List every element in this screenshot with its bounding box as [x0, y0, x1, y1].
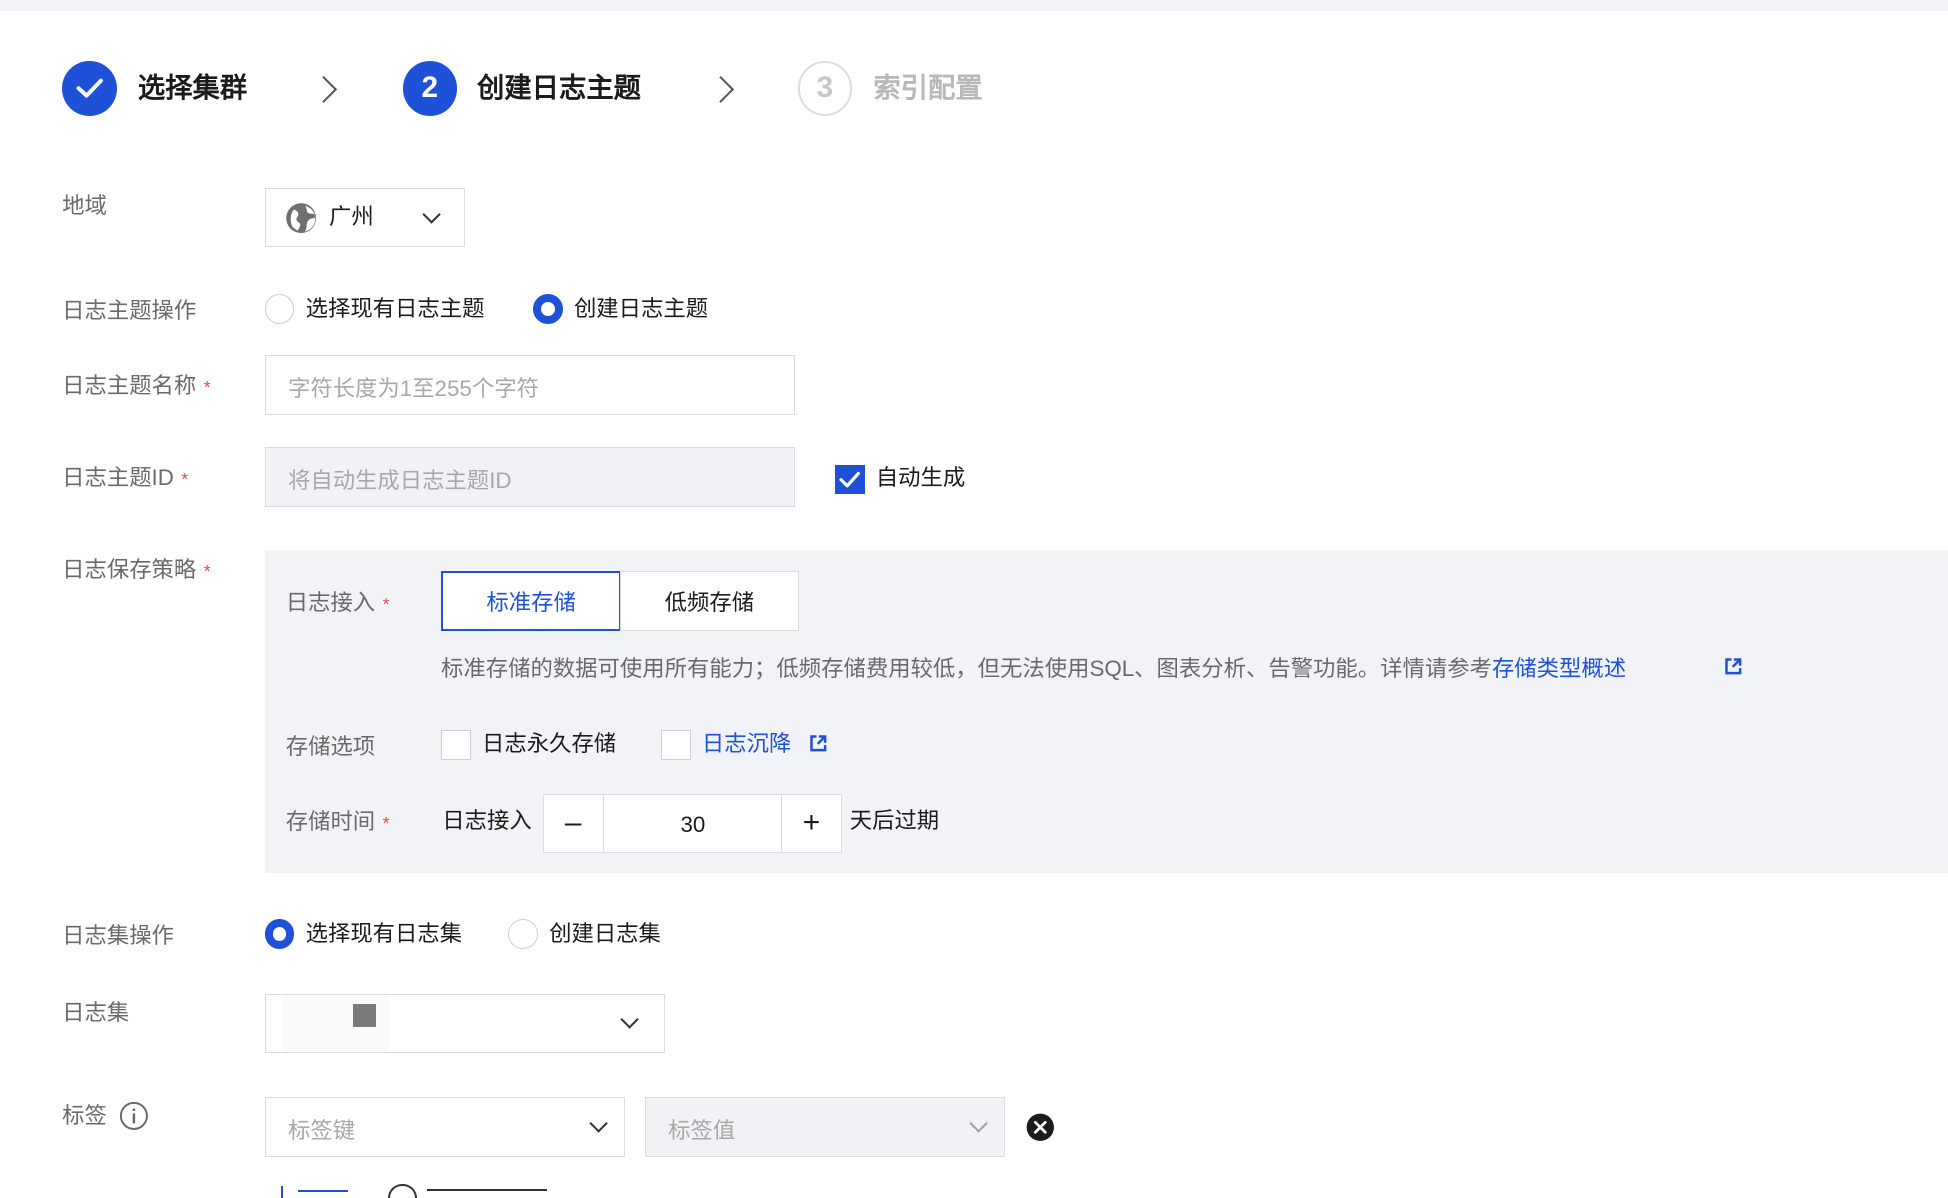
tag-key-select[interactable]: 标签键 [264, 1096, 625, 1157]
tab-standard-storage[interactable]: 标准存储 [441, 571, 622, 632]
permanent-storage-checkbox[interactable] [441, 730, 471, 761]
chevron-down-icon [620, 1010, 640, 1030]
step-3-number: 3 [797, 60, 853, 116]
step-chevron-right-icon [310, 75, 338, 103]
ingest-label: 日志接入 * [285, 589, 390, 615]
topic-name-label: 日志主题名称 * [62, 373, 211, 399]
region-label: 地域 [62, 193, 107, 219]
region-value: 广州 [328, 204, 374, 230]
external-link-icon[interactable] [1724, 657, 1743, 676]
log-sink-checkbox[interactable] [660, 730, 691, 761]
radio-create-logset[interactable] [508, 919, 538, 950]
storage-time-suffix: 天后过期 [849, 808, 940, 834]
step-chevron-right-icon [706, 75, 735, 103]
chevron-down-icon [969, 1113, 989, 1133]
log-sink-link[interactable]: 日志沉降 [702, 729, 791, 759]
storage-options-label: 存储选项 [285, 733, 376, 759]
step-done-check-icon [62, 60, 117, 116]
step-1-label: 选择集群 [137, 71, 248, 103]
permanent-storage-label: 日志永久存储 [482, 731, 617, 757]
radio-select-existing-logset[interactable] [264, 919, 295, 950]
add-tag-plus-icon[interactable] [280, 1186, 284, 1198]
info-icon[interactable] [119, 1101, 149, 1131]
auto-generate-label: 自动生成 [875, 465, 966, 491]
key-value-paste-button-partial[interactable] [427, 1188, 547, 1198]
globe-icon [286, 203, 317, 234]
chevron-down-icon [589, 1113, 609, 1133]
logset-label: 日志集 [62, 999, 130, 1025]
radio-select-existing-topic[interactable] [264, 294, 295, 325]
storage-type-link[interactable]: 存储类型概述 [1492, 656, 1626, 681]
topic-name-input[interactable]: 字符长度为1至255个字符 [264, 355, 796, 415]
radio-label: 创建日志集 [549, 921, 661, 947]
days-input[interactable]: 30 [605, 810, 781, 840]
logset-select[interactable] [264, 993, 665, 1054]
external-link-icon[interactable] [809, 734, 828, 753]
auto-generate-checkbox[interactable] [834, 464, 865, 495]
step-3-label: 索引配置 [873, 71, 983, 103]
radio-label: 选择现有日志主题 [305, 296, 485, 322]
paste-icon-partial[interactable] [387, 1183, 418, 1198]
radio-label: 选择现有日志集 [305, 921, 463, 947]
logset-op-label: 日志集操作 [62, 922, 174, 948]
topic-op-label: 日志主题操作 [62, 297, 197, 323]
radio-create-topic[interactable] [532, 294, 563, 325]
topic-name-placeholder: 字符长度为1至255个字符 [287, 376, 539, 402]
increment-button[interactable]: + [781, 794, 841, 852]
add-tag-button-partial[interactable] [298, 1190, 348, 1197]
days-stepper: – 30 + [542, 793, 843, 854]
topic-id-placeholder: 将自动生成日志主题ID [287, 468, 512, 494]
storage-time-prefix: 日志接入 [442, 808, 532, 834]
check-icon [839, 471, 860, 488]
storage-time-label: 存储时间 * [285, 809, 390, 835]
step-2-number: 2 [402, 60, 458, 116]
policy-label: 日志保存策略 * [62, 557, 211, 583]
region-select[interactable]: 广州 [264, 187, 465, 248]
radio-label: 创建日志主题 [573, 296, 709, 322]
chevron-down-icon [421, 205, 441, 225]
tags-label: 标签 [62, 1102, 107, 1128]
topic-id-label: 日志主题ID * [62, 465, 189, 491]
tag-value-select: 标签值 [644, 1096, 1006, 1157]
tag-key-placeholder: 标签键 [287, 1117, 356, 1143]
tab-low-frequency-storage[interactable]: 低频存储 [619, 571, 799, 632]
top-bar [0, 0, 1948, 12]
topic-id-input: 将自动生成日志主题ID [264, 447, 796, 507]
redacted-block [352, 1003, 377, 1028]
step-2-label: 创建日志主题 [477, 71, 641, 103]
decrement-button[interactable]: – [544, 794, 604, 852]
storage-hint: 标准存储的数据可使用所有能力；低频存储费用较低，但无法使用SQL、图表分析、告警… [441, 655, 1627, 681]
tag-value-placeholder: 标签值 [668, 1117, 736, 1143]
remove-tag-icon[interactable] [1026, 1113, 1055, 1142]
